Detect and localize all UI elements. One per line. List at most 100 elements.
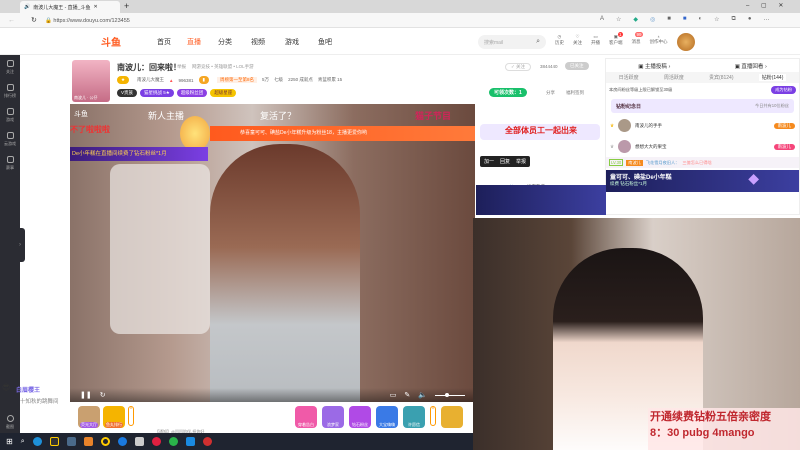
app-icon[interactable] — [185, 437, 195, 446]
extension-icon[interactable]: ◆ — [633, 16, 638, 23]
more-icon[interactable]: … — [763, 16, 769, 23]
gift-item[interactable]: 大宝嗨嗨 — [376, 406, 398, 428]
new-tab-button[interactable]: + — [124, 1, 129, 11]
menu-item-plus-one[interactable]: 加一 — [484, 158, 494, 165]
browser-tab[interactable]: 🔊 南波儿大魔王 - 直播_斗鱼 ✕ — [20, 1, 120, 13]
vip-tag[interactable]: V贵族 — [117, 89, 138, 97]
expand-button[interactable]: ^ — [128, 406, 134, 426]
windows-start-icon[interactable]: ⊞ — [6, 437, 13, 446]
app-icon[interactable] — [83, 437, 93, 446]
app-icon[interactable] — [49, 437, 59, 446]
app-icon[interactable] — [66, 437, 76, 446]
history-button[interactable]: ◷ 历史 — [555, 34, 564, 46]
broadcast-button[interactable]: ▭ 开播 — [591, 34, 600, 46]
sidebar-item-games[interactable]: 游戏 — [0, 103, 20, 127]
user-avatar[interactable] — [677, 33, 695, 51]
tab-vip[interactable]: 贵宾(8124) — [709, 74, 733, 81]
read-aloud-icon[interactable]: A — [600, 16, 604, 23]
app-icon[interactable] — [117, 437, 127, 446]
nav-live[interactable]: 直播 — [187, 37, 201, 47]
volume-slider[interactable] — [435, 392, 465, 397]
promo-banner[interactable]: 童可可、碘盐De小年糕 续费 钻石粉丝*1月 ◆ — [606, 170, 799, 192]
minimize-button[interactable]: – — [746, 3, 749, 9]
overlay-video[interactable]: 开通续费钻粉五倍亲密度 8：30 pubg 4mango — [473, 218, 800, 450]
gift-item[interactable]: 许愿信 — [403, 406, 425, 428]
url-input[interactable]: 🔒 https://www.douyu.com/123455 — [45, 15, 195, 26]
app-icon[interactable] — [100, 437, 110, 446]
streamer-posts-link[interactable]: ▣ 主播投稿 › — [638, 62, 670, 70]
chat-username[interactable]: 白眉樱王 — [16, 385, 40, 394]
app-icon[interactable] — [151, 437, 161, 446]
welfare-button[interactable]: 福利签到 — [566, 90, 584, 96]
nav-yuba[interactable]: 鱼吧 — [318, 37, 332, 47]
extension-icon[interactable]: ◎ — [650, 16, 655, 23]
close-tab-icon[interactable]: ✕ — [93, 4, 97, 10]
sidebar-item-events[interactable]: 赛事 — [0, 151, 20, 175]
claim-button[interactable]: 可领次数：1 — [489, 88, 527, 97]
menu-item-report[interactable]: 举报 — [516, 158, 526, 165]
window-controls[interactable]: – ▢ ✕ — [746, 2, 783, 9]
sidebar-item-cloud-games[interactable]: 云游戏 — [0, 127, 20, 151]
close-window-button[interactable]: ✕ — [778, 3, 783, 9]
nav-games[interactable]: 游戏 — [285, 37, 299, 47]
app-icon[interactable] — [134, 437, 144, 446]
video-player[interactable]: 斗鱼 新人主播 复活了？ 猫子节目 不了啦啦啦 恭喜童可可、碘盐De小年糕升级为… — [70, 104, 475, 402]
refresh-icon[interactable]: ↻ — [31, 16, 37, 24]
search-icon[interactable]: ⌕ — [21, 438, 25, 446]
edge-icon[interactable] — [32, 437, 42, 446]
volume-icon[interactable]: 🔈 — [418, 391, 427, 399]
category-breadcrumb[interactable]: 网游竞技 • 英雄联盟 • LOL手游 — [192, 64, 254, 70]
gift-item[interactable]: 鱼丸排行 — [103, 406, 125, 428]
sidebar-item-follow[interactable]: 关注 — [0, 55, 20, 79]
messages-button[interactable]: ◔消息99 — [632, 32, 643, 46]
collections-icon[interactable]: ⧉ — [732, 16, 736, 23]
fly-user[interactable]: 飞花雪月夜旧人： — [646, 160, 680, 166]
app-icon[interactable] — [202, 437, 212, 446]
wechat-icon[interactable] — [168, 437, 178, 446]
fan-row[interactable]: ♛ 南波儿的手手 南波儿 — [606, 115, 799, 136]
tag-fan-club[interactable]: 超级粉丝团 — [176, 89, 208, 97]
refresh-icon[interactable]: ↻ — [100, 391, 106, 399]
share-button[interactable]: 分享 — [546, 90, 555, 96]
pause-icon[interactable]: ❚❚ — [80, 391, 92, 399]
rank-text[interactable]: 周榜第一至第8名 — [217, 77, 258, 83]
back-icon[interactable]: ← — [8, 17, 15, 24]
gift-item[interactable]: 穿着告白 — [295, 406, 317, 428]
tab-diamond-fans[interactable]: 钻粉(144) — [758, 74, 787, 81]
expand-button[interactable]: ^ — [430, 406, 436, 426]
nav-video[interactable]: 视频 — [251, 37, 265, 47]
client-button[interactable]: ▣ 客户端 1 — [609, 32, 623, 46]
fan-row[interactable]: ♛ 想想大大的果宝 南波儿 — [606, 136, 799, 157]
nav-category[interactable]: 分类 — [218, 37, 232, 47]
follow-button[interactable]: ♡ 关注 — [573, 34, 582, 46]
rank-badge[interactable]: ▮ — [198, 76, 210, 84]
favorites-icon[interactable]: ☆ — [714, 16, 719, 23]
report-link[interactable]: 举报 — [177, 64, 186, 70]
nav-home[interactable]: 首页 — [157, 37, 171, 47]
favorite-add-icon[interactable]: ☆ — [616, 16, 621, 23]
douyu-logo[interactable]: 斗鱼 — [101, 34, 121, 49]
extension-icon[interactable]: ◐ — [699, 16, 703, 23]
menu-item-reply[interactable]: 回复 — [500, 158, 510, 165]
follow-button[interactable]: ✓ 关注 — [505, 63, 532, 71]
search-icon[interactable]: ⌕ — [536, 38, 540, 46]
tag-challenge[interactable]: 猫星挑战 5★ — [140, 89, 174, 97]
tab-daily[interactable]: 日活跃度 — [619, 74, 639, 81]
gift-item[interactable]: 钻石粉丝 — [349, 406, 371, 428]
extension-icon[interactable]: ■ — [683, 16, 687, 23]
profile-icon[interactable]: ● — [748, 16, 752, 23]
search-input[interactable]: 搜索mail ⌕ — [478, 35, 546, 49]
streamer-name[interactable]: 南波儿大魔王 — [137, 77, 164, 83]
sidebar-collapse-handle[interactable]: › — [19, 228, 25, 262]
replay-link[interactable]: ▣ 直播回看 › — [735, 62, 767, 70]
tab-weekly[interactable]: 周活跃度 — [664, 74, 684, 81]
gift-item[interactable]: 浪梦家 — [322, 406, 344, 428]
streamer-avatar[interactable]: 南波儿 · 公仔 — [72, 60, 110, 102]
backpack-button[interactable] — [441, 406, 463, 428]
tag-star[interactable]: 超级星座 — [210, 89, 237, 97]
creator-center-button[interactable]: ♁ 创作中心 — [650, 34, 668, 46]
sidebar-item-rank[interactable]: 排行榜 — [0, 79, 20, 103]
maximize-button[interactable]: ▢ — [761, 3, 767, 9]
danmaku-icon[interactable]: ✎ — [404, 391, 410, 399]
subscribed-button[interactable]: 已关注 — [565, 62, 589, 70]
